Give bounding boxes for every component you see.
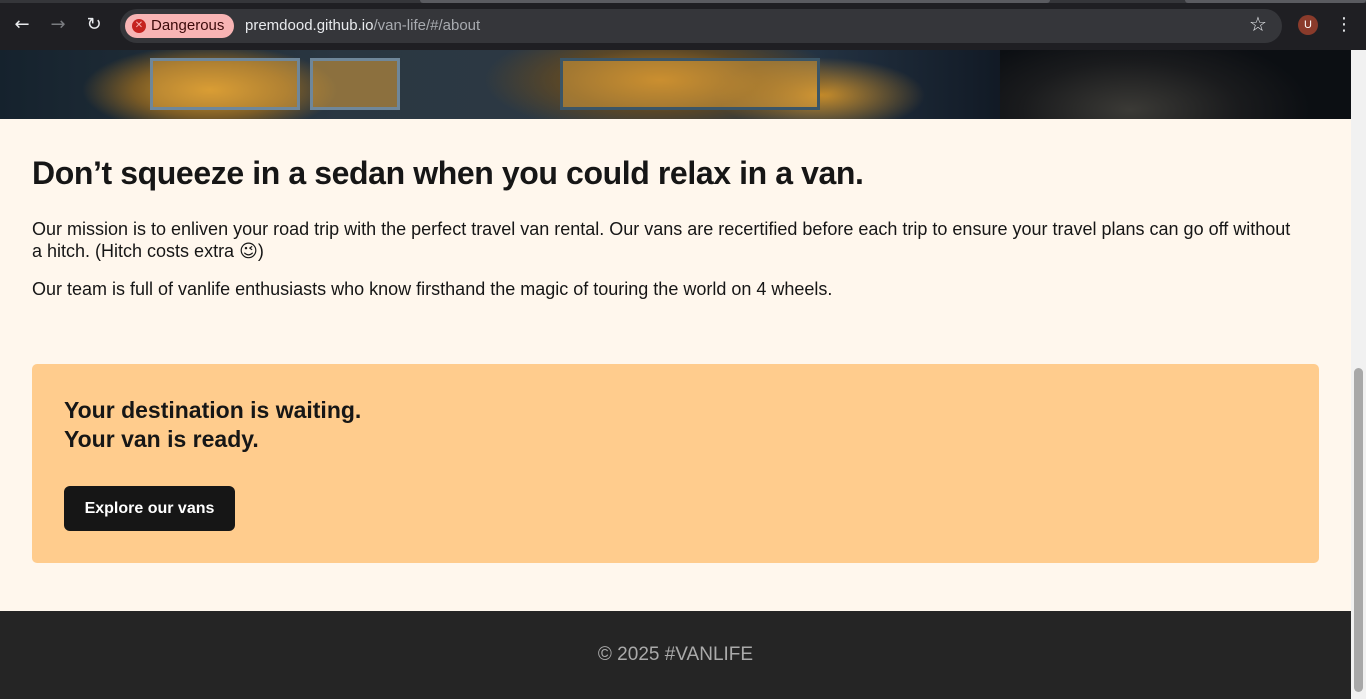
page-title: Don’t squeeze in a sedan when you could … [32,155,864,191]
address-bar[interactable]: ✕ Dangerous premdood.github.io/van-life/… [120,9,1282,43]
profile-avatar[interactable]: U [1298,15,1318,35]
reload-icon[interactable]: ↻ [82,13,106,37]
mission-paragraph: Our mission is to enliven your road trip… [32,219,1291,261]
scrollbar-thumb[interactable] [1354,368,1363,692]
cta-banner: Your destination is waiting. Your van is… [32,364,1319,563]
team-paragraph: Our team is full of vanlife enthusiasts … [32,279,833,299]
forward-icon[interactable]: → [46,13,70,37]
star-icon[interactable]: ☆ [1247,13,1269,35]
explore-vans-button[interactable]: Explore our vans [64,486,235,531]
cta-heading-line-2: Your van is ready. [64,426,259,452]
back-icon[interactable]: ← [10,13,34,37]
page-scrollbar[interactable] [1351,50,1366,699]
security-chip[interactable]: ✕ Dangerous [125,14,235,38]
van-windshield [560,58,820,110]
tab-edge[interactable] [1185,0,1366,3]
security-chip-label: Dangerous [151,17,225,34]
footer-copyright: © 2025 #VANLIFE [597,644,754,665]
footer: © 2025 #VANLIFE [0,611,1351,699]
tab-strip-edge [0,0,1366,3]
hero-image [0,50,1351,119]
van-window [150,58,300,110]
url-text[interactable]: premdood.github.io/van-life/#/about [245,9,480,43]
van-window [310,58,400,110]
url-path: /van-life/#/about [373,17,481,34]
browser-toolbar: ← → ↻ ✕ Dangerous premdood.github.io/van… [0,0,1366,50]
about-page: Don’t squeeze in a sedan when you could … [0,50,1351,699]
danger-icon: ✕ [132,19,146,33]
kebab-menu-icon[interactable]: ⋮ [1334,13,1354,37]
tab-edge[interactable] [420,0,1050,3]
url-host: premdood.github.io [245,17,374,34]
cta-heading-line-1: Your destination is waiting. [64,397,362,423]
rock-background [1000,50,1351,119]
